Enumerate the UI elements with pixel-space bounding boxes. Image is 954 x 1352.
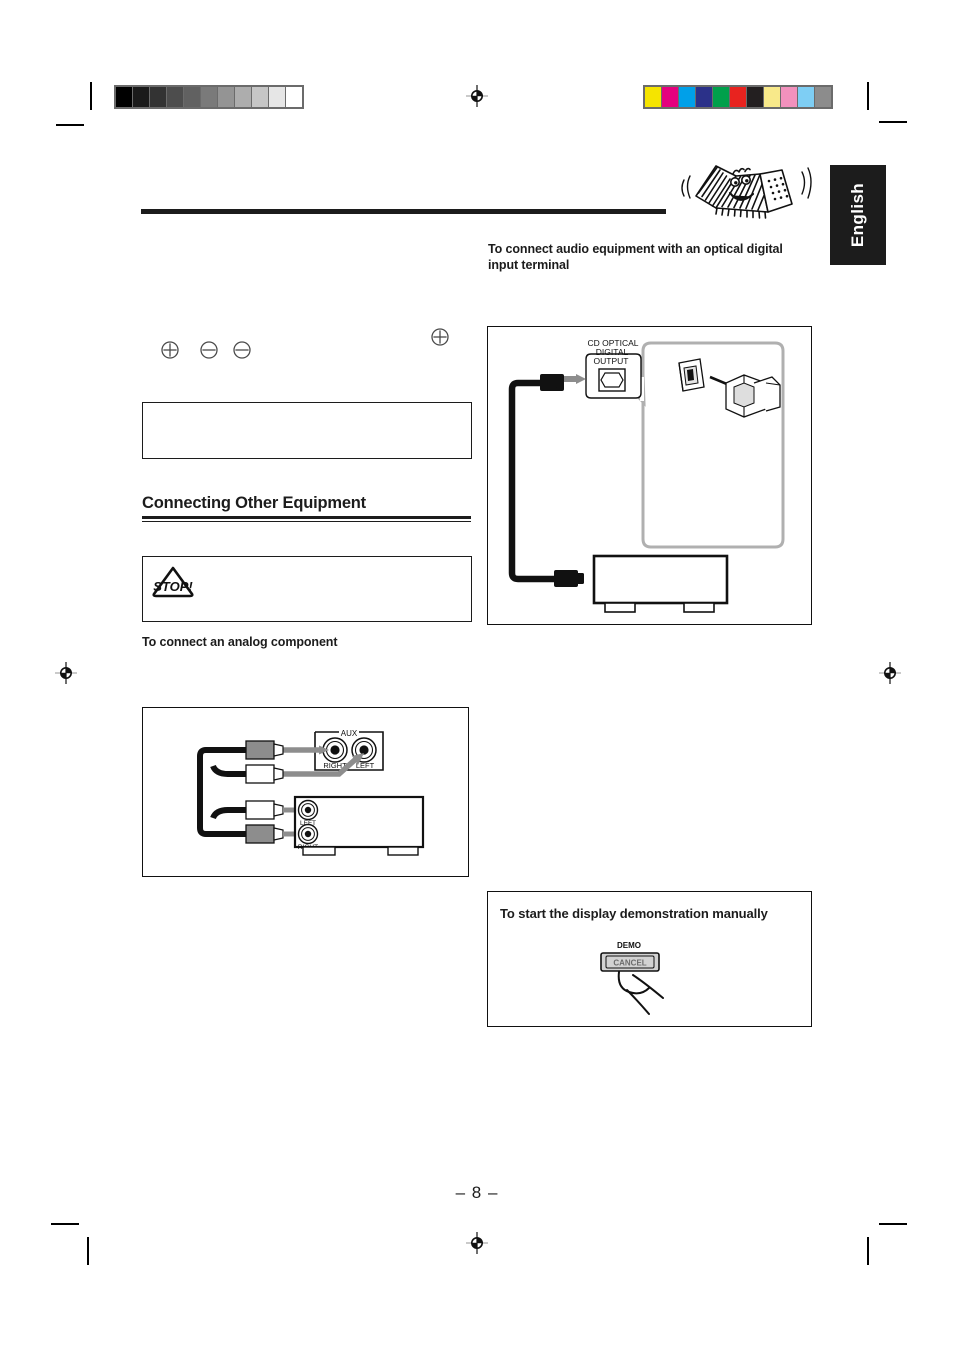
color-swatch-4: [713, 87, 729, 107]
grayscale-swatch-3: [167, 87, 183, 107]
crop-mark-top-left-v: [90, 82, 92, 110]
crop-mark-bottom-right-h: [879, 1223, 907, 1225]
grayscale-swatch-0: [116, 87, 132, 107]
crop-mark-bottom-left-v: [87, 1237, 89, 1265]
language-tab: English: [830, 165, 886, 265]
rca-plug-left-top: [245, 764, 284, 784]
caution-note-box: STOP!: [142, 556, 472, 622]
aux-label: AUX: [341, 729, 358, 738]
analog-component-subheading: To connect an analog component: [142, 635, 338, 649]
grayscale-swatch-2: [150, 87, 166, 107]
registration-mark-right: [879, 662, 901, 684]
color-swatch-3: [696, 87, 712, 107]
color-swatch-0: [645, 87, 661, 107]
optical-section-heading: To connect audio equipment with an optic…: [488, 242, 783, 272]
audio-component-illustration: [592, 554, 729, 613]
section-rule-thin: [142, 521, 471, 522]
minus-circle-symbol-1: [199, 340, 219, 365]
top-section-rule: [141, 209, 666, 214]
stop-icon-text: STOP!: [153, 579, 193, 594]
crop-mark-top-right-v: [867, 82, 869, 110]
stop-warning-icon: STOP!: [151, 565, 195, 604]
registration-mark-top: [466, 85, 488, 107]
color-swatch-8: [781, 87, 797, 107]
minus-circle-symbol-2: [232, 340, 252, 365]
analog-connection-figure: AUX RIGHT LEFT LEFT: [142, 707, 469, 877]
crop-mark-bottom-right-v: [867, 1237, 869, 1265]
registration-mark-left: [55, 662, 77, 684]
grayscale-swatch-9: [269, 87, 285, 107]
grayscale-swatch-4: [184, 87, 200, 107]
connecting-other-equipment-heading: Connecting Other Equipment: [142, 494, 366, 512]
plus-circle-symbol-2: [430, 327, 450, 352]
grayscale-swatch-10: [286, 87, 302, 107]
demo-instruction-box: To start the display demonstration manua…: [487, 891, 812, 1027]
analog-component-illustration: LEFT RIGHT: [293, 795, 425, 856]
color-swatch-1: [662, 87, 678, 107]
page-number: – 8 –: [455, 1183, 499, 1202]
demo-button-illustration: DEMO CANCEL: [593, 934, 723, 1023]
color-calibration-bar: [643, 85, 833, 109]
color-swatch-5: [730, 87, 746, 107]
demo-heading: To start the display demonstration manua…: [500, 906, 768, 921]
crop-mark-top-left-h: [56, 124, 84, 126]
registration-mark-bottom: [466, 1232, 488, 1254]
language-tab-label: English: [848, 182, 868, 248]
grayscale-swatch-6: [218, 87, 234, 107]
grayscale-swatch-1: [133, 87, 149, 107]
rca-plug-right-top: [245, 740, 284, 760]
accordion-mascot-icon: [676, 152, 816, 237]
rca-plug-left-bottom: [245, 800, 284, 820]
grayscale-calibration-bar: [114, 85, 304, 109]
section-rule-thick: [142, 516, 471, 519]
color-swatch-9: [798, 87, 814, 107]
color-swatch-10: [815, 87, 831, 107]
manual-page: English To connect audio equipment with …: [0, 0, 954, 1352]
grayscale-swatch-8: [252, 87, 268, 107]
demo-button-top-label: DEMO: [617, 941, 641, 950]
optical-port-cap-icon: [678, 358, 705, 392]
note-box-upper: [142, 402, 472, 459]
plus-circle-symbol-1: [160, 340, 180, 365]
color-swatch-6: [747, 87, 763, 107]
crop-mark-top-right-h: [879, 121, 907, 123]
crop-mark-bottom-left-h: [51, 1223, 79, 1225]
color-swatch-7: [764, 87, 780, 107]
grayscale-swatch-5: [201, 87, 217, 107]
terminal-label-line3: OUTPUT: [594, 356, 629, 366]
demo-cancel-label: CANCEL: [613, 959, 646, 968]
rca-plug-right-bottom: [245, 824, 284, 844]
grayscale-swatch-7: [235, 87, 251, 107]
optical-digital-connection-figure: CD OPTICAL DIGITAL OUTPUT: [487, 326, 812, 625]
color-swatch-2: [679, 87, 695, 107]
